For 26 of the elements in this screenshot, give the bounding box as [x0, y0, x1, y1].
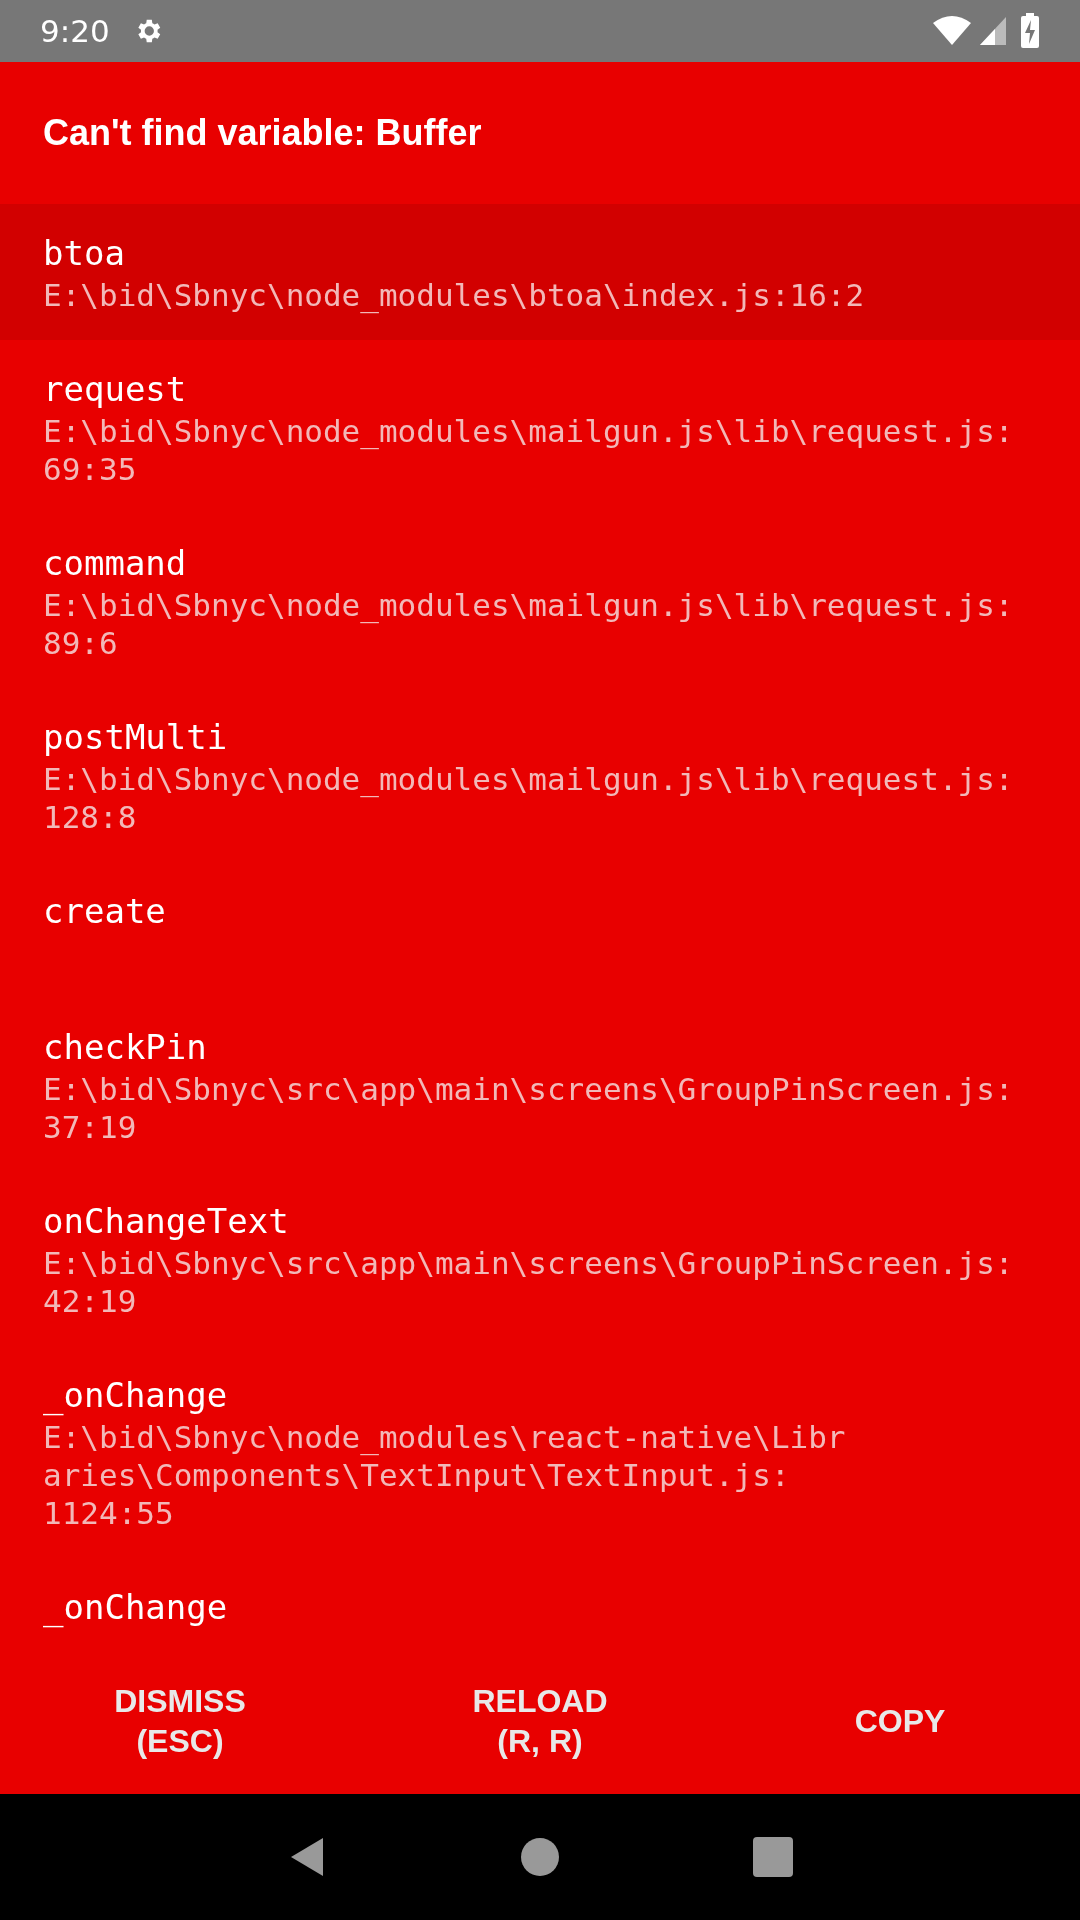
action-button[interactable]: DISMISS (ESC): [0, 1647, 360, 1794]
file-location: E:\bid\Sbnyc\src\app\main\screens\GroupPinScreen.js: 42:19: [43, 1244, 1014, 1320]
signal-icon: [978, 15, 1008, 47]
action-button[interactable]: RELOAD (R, R): [360, 1647, 720, 1794]
stack-frame[interactable]: btoa E:\bid\Sbnyc\node_modules\btoa\index.js:16:2: [0, 204, 1080, 340]
function-name: onChangeText: [43, 1200, 289, 1243]
wifi-icon: [932, 15, 972, 47]
clock: 9:20: [40, 11, 110, 51]
function-name: create: [43, 890, 166, 933]
function-name: checkPin: [43, 1026, 207, 1069]
function-name: command: [43, 542, 187, 585]
file-location: E:\bid\Sbnyc\node_modules\mailgun.js\lib\request.js: 69:35: [43, 412, 1014, 488]
file-location: E:\bid\Sbnyc\node_modules\react-native\Libr aries\Components\TextInput\TextInput.js: 1124:55: [43, 1418, 846, 1532]
function-name: postMulti: [43, 716, 228, 759]
battery-charging-icon: [1020, 13, 1040, 49]
function-name: request: [43, 368, 187, 411]
error-title: Can't find variable: Buffer: [43, 111, 482, 155]
file-location: E:\bid\Sbnyc\node_modules\mailgun.js\lib\request.js: 89:6: [43, 586, 1014, 662]
file-location: E:\bid\Sbnyc\node_modules\btoa\index.js:16:2: [43, 276, 865, 314]
file-location: E:\bid\Sbnyc\node_modules\mailgun.js\lib\request.js: 128:8: [43, 760, 1014, 836]
function-name: btoa: [43, 232, 125, 275]
home-icon[interactable]: [521, 1838, 559, 1876]
action-button[interactable]: COPY: [720, 1647, 1080, 1794]
function-name: _onChange: [43, 1586, 228, 1630]
function-name: _onChange: [43, 1374, 228, 1418]
file-location: E:\bid\Sbnyc\src\app\main\screens\GroupPinScreen.js: 37:19: [43, 1070, 1014, 1146]
